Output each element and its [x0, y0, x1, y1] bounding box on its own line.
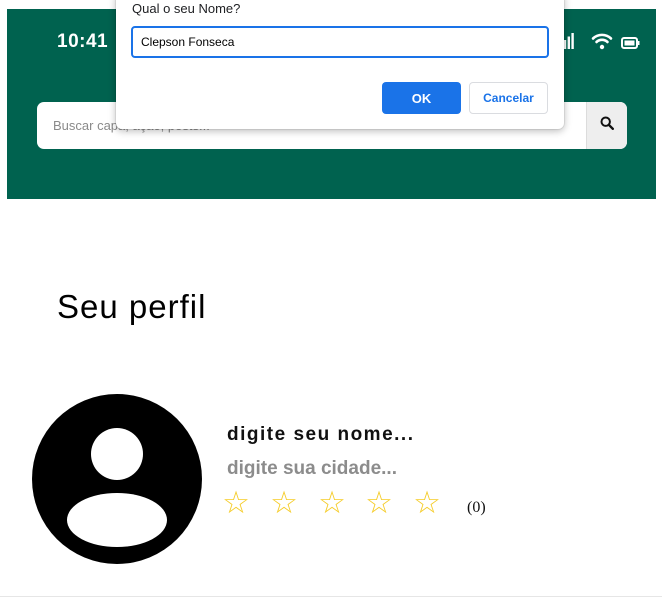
battery-icon	[621, 36, 640, 54]
search-icon	[600, 116, 615, 135]
dialog-prompt: Qual o seu Nome?	[132, 1, 241, 16]
profile-city[interactable]: digite sua cidade...	[227, 458, 397, 480]
divider	[0, 596, 662, 597]
status-time: 10:41	[57, 31, 109, 52]
star-icon[interactable]: ☆	[317, 488, 347, 519]
page-title: Seu perfil	[57, 288, 207, 325]
star-icon[interactable]: ☆	[364, 488, 394, 519]
search-button[interactable]	[586, 102, 627, 149]
user-avatar-icon[interactable]	[32, 394, 202, 564]
ok-button[interactable]: OK	[382, 82, 461, 114]
star-icon[interactable]: ☆	[221, 488, 251, 519]
cancel-button[interactable]: Cancelar	[469, 82, 548, 114]
star-icon[interactable]: ☆	[269, 488, 299, 519]
name-input[interactable]	[131, 26, 549, 58]
rating-count: (0)	[467, 499, 486, 516]
star-icon[interactable]: ☆	[412, 488, 442, 519]
status-icons	[560, 33, 640, 51]
profile-name[interactable]: digite seu nome...	[227, 424, 414, 446]
wifi-icon	[591, 32, 613, 55]
prompt-dialog: Qual o seu Nome? OK Cancelar	[116, 0, 564, 129]
